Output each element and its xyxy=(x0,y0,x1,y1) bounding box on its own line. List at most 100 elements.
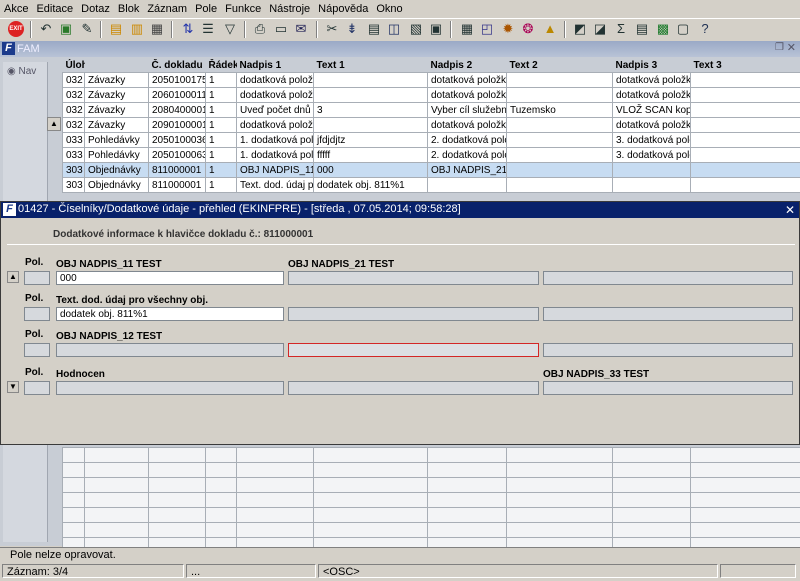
dialog-close-icon[interactable]: ✕ xyxy=(785,203,795,217)
sum-icon[interactable]: Σ xyxy=(613,21,629,37)
query-icon[interactable]: ▥ xyxy=(129,21,145,37)
table-cell[interactable] xyxy=(427,177,507,193)
copy-icon[interactable]: ⇟ xyxy=(344,21,360,37)
table-cell[interactable]: Závazky xyxy=(84,117,149,133)
menu-pole[interactable]: Pole xyxy=(191,0,221,18)
table-cell[interactable]: 3. dodatková polož xyxy=(612,147,691,163)
table-row[interactable]: 303 Objednávky 811000001 1 Text. dod. údaj p… xyxy=(62,177,800,193)
table-cell[interactable]: 2050100175 xyxy=(148,72,206,88)
grid-scroll-up-icon[interactable]: ▲ xyxy=(47,117,61,131)
table-cell[interactable] xyxy=(690,102,800,118)
table-cell[interactable] xyxy=(690,177,800,193)
value-field-1[interactable]: dodatek obj. 811%1 xyxy=(56,307,284,321)
menu-napoveda[interactable]: Nápověda xyxy=(314,0,372,18)
table-cell[interactable]: Pohledávky xyxy=(84,132,149,148)
table-cell[interactable]: dodatková položka xyxy=(236,87,314,103)
table-cell[interactable]: 1 xyxy=(205,102,237,118)
table-cell[interactable]: 2060100011 xyxy=(148,87,206,103)
zoom-icon[interactable]: ◩ xyxy=(572,21,588,37)
value-field-3[interactable] xyxy=(543,307,793,321)
table-cell[interactable]: jfdjdjtz xyxy=(313,132,428,148)
table-cell[interactable]: 1. dodatková polož xyxy=(236,132,314,148)
menu-akce[interactable]: Akce xyxy=(0,0,32,18)
table-cell[interactable]: 303 xyxy=(62,177,85,193)
table-cell[interactable] xyxy=(690,87,800,103)
pol-field[interactable] xyxy=(24,381,50,395)
table-cell[interactable]: 3. dodatková polož xyxy=(612,132,691,148)
table-cell[interactable]: Závazky xyxy=(84,102,149,118)
chart-icon[interactable]: ◪ xyxy=(592,21,608,37)
sort-icon[interactable]: ⇅ xyxy=(180,21,196,37)
table-cell[interactable]: 3 xyxy=(313,102,428,118)
value-field-3[interactable] xyxy=(543,343,793,357)
table-cell[interactable]: VLOŽ SCAN kopie c xyxy=(612,102,691,118)
pol-field[interactable] xyxy=(24,271,50,285)
table-cell[interactable]: 032 xyxy=(62,102,85,118)
table-cell[interactable] xyxy=(690,72,800,88)
table-cell[interactable]: 1 xyxy=(205,162,237,178)
table-cell[interactable] xyxy=(690,147,800,163)
menu-zaznam[interactable]: Záznam xyxy=(143,0,191,18)
cut-icon[interactable]: ✂ xyxy=(324,21,340,37)
menu-editace[interactable]: Editace xyxy=(32,0,77,18)
table-cell[interactable]: 1 xyxy=(205,132,237,148)
table-cell[interactable]: dotatková položka č xyxy=(427,87,507,103)
table-cell[interactable] xyxy=(506,117,613,133)
table-cell[interactable]: 033 xyxy=(62,147,85,163)
table-cell[interactable]: Uveď počet dnů sl.c xyxy=(236,102,314,118)
table-cell[interactable]: Závazky xyxy=(84,87,149,103)
table-cell[interactable]: 1. dodatková polož xyxy=(236,147,314,163)
close-icon[interactable]: ✕ xyxy=(787,41,796,54)
value-field-2[interactable] xyxy=(288,307,539,321)
pol-field[interactable] xyxy=(24,307,50,321)
table-row[interactable]: 033 Pohledávky 2050100036 1 1. dodatková pol… xyxy=(62,132,800,148)
value-field-2[interactable] xyxy=(288,381,539,395)
excel-icon[interactable]: ▩ xyxy=(655,21,671,37)
table-cell[interactable] xyxy=(506,177,613,193)
table-cell[interactable]: Text. dod. údaj pro xyxy=(236,177,314,193)
table-cell[interactable]: dotatková položka s xyxy=(612,87,691,103)
table-cell[interactable]: dodatková položka xyxy=(236,72,314,88)
mail-icon[interactable]: ✉ xyxy=(293,21,309,37)
save-icon[interactable]: ▣ xyxy=(58,21,74,37)
table-cell[interactable]: 1 xyxy=(205,117,237,133)
table-cell[interactable] xyxy=(690,132,800,148)
folder-icon[interactable]: ▤ xyxy=(108,21,124,37)
table-cell[interactable] xyxy=(690,162,800,178)
value-field-2[interactable] xyxy=(288,343,539,357)
menu-okno[interactable]: Okno xyxy=(372,0,406,18)
table-cell[interactable]: 1 xyxy=(205,177,237,193)
delete-record-icon[interactable]: ▦ xyxy=(149,21,165,37)
new-record-icon[interactable]: ✎ xyxy=(79,21,95,37)
table-cell[interactable]: dotatková položka s xyxy=(612,117,691,133)
table-cell[interactable] xyxy=(313,72,428,88)
table-cell[interactable]: Pohledávky xyxy=(84,147,149,163)
table-icon[interactable]: ▤ xyxy=(634,21,650,37)
paste-icon[interactable]: ▤ xyxy=(366,21,382,37)
table-cell[interactable]: 033 xyxy=(62,132,85,148)
table-cell[interactable]: Objednávky xyxy=(84,177,149,193)
table-cell[interactable] xyxy=(506,147,613,163)
table-cell[interactable]: 2050100036 xyxy=(148,132,206,148)
table-cell[interactable]: 811000001 xyxy=(148,162,206,178)
table-row[interactable]: 032Závazky20501001751dodatková položka do… xyxy=(62,72,800,88)
table-row[interactable]: 032Závazky20804000011Uveď počet dnů sl.c… xyxy=(62,102,800,118)
menu-funkce[interactable]: Funkce xyxy=(221,0,265,18)
table-cell[interactable]: 1 xyxy=(205,147,237,163)
exit-icon[interactable]: EXIT xyxy=(8,21,24,37)
table-cell[interactable]: 2090100001 xyxy=(148,117,206,133)
table-cell[interactable]: dodatek obj. 811%1 xyxy=(313,177,428,193)
table-cell[interactable]: Vyber cíl služební c xyxy=(427,102,507,118)
note-icon[interactable]: ▢ xyxy=(675,21,691,37)
table-row[interactable]: 303Objednávky8110000011OBJ NADPIS_11 TE0… xyxy=(62,162,800,178)
image-icon[interactable]: ▣ xyxy=(428,21,444,37)
triangle-icon[interactable]: ▲ xyxy=(542,21,558,37)
table-cell[interactable] xyxy=(612,177,691,193)
table-cell[interactable]: dotatková položka s xyxy=(612,72,691,88)
table-cell[interactable] xyxy=(506,162,613,178)
table-cell[interactable]: 032 xyxy=(62,117,85,133)
menu-nastroje[interactable]: Nástroje xyxy=(265,0,314,18)
help-icon[interactable]: ? xyxy=(697,21,713,37)
clipboard-icon[interactable]: ▧ xyxy=(408,21,424,37)
value-field-1[interactable]: 000 xyxy=(56,271,284,285)
